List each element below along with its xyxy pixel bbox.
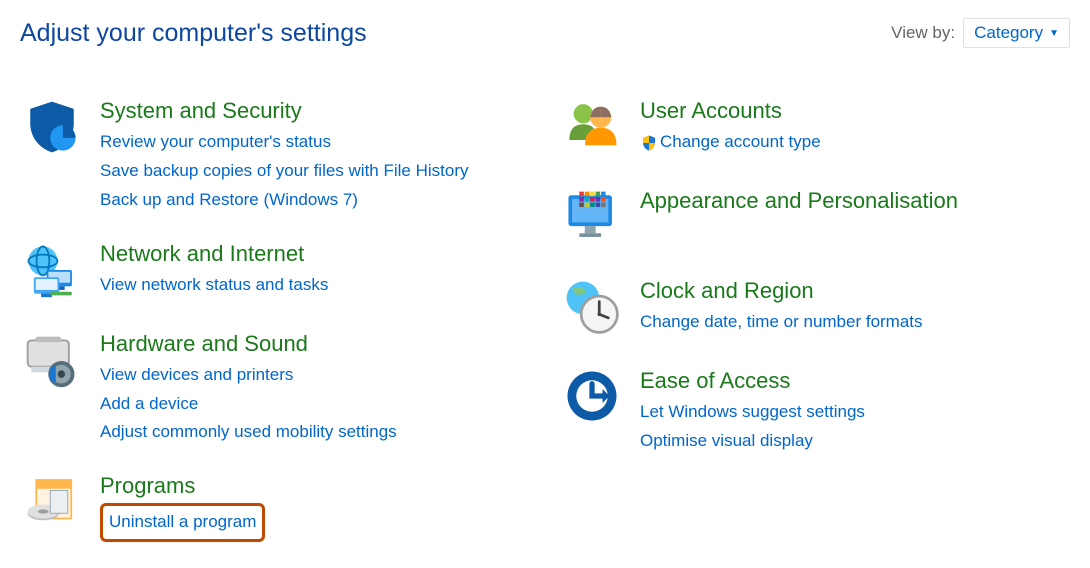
category-title-hardware-sound[interactable]: Hardware and Sound — [100, 331, 397, 357]
hardware-sound-icon[interactable] — [20, 331, 84, 395]
uac-shield-icon — [640, 134, 656, 150]
link-ease-of-access-0[interactable]: Let Windows suggest settings — [640, 398, 865, 427]
category-title-programs[interactable]: Programs — [100, 473, 265, 499]
category-title-network-internet[interactable]: Network and Internet — [100, 241, 328, 267]
link-system-security-2[interactable]: Back up and Restore (Windows 7) — [100, 186, 358, 215]
category-title-ease-of-access[interactable]: Ease of Access — [640, 368, 865, 394]
link-system-security-0[interactable]: Review your computer's status — [100, 128, 331, 157]
category-title-user-accounts[interactable]: User Accounts — [640, 98, 821, 124]
link-hardware-sound-0[interactable]: View devices and printers — [100, 361, 293, 390]
category-title-appearance[interactable]: Appearance and Personalisation — [640, 188, 958, 214]
appearance-icon[interactable] — [560, 188, 624, 252]
user-accounts-icon[interactable] — [560, 98, 624, 162]
category-hardware-sound: Hardware and Sound View devices and print… — [20, 331, 530, 448]
category-system-security: System and Security Review your computer'… — [20, 98, 530, 215]
link-hardware-sound-2[interactable]: Adjust commonly used mobility settings — [100, 418, 397, 447]
clock-region-icon[interactable] — [560, 278, 624, 342]
category-title-clock-region[interactable]: Clock and Region — [640, 278, 923, 304]
ease-of-access-icon[interactable] — [560, 368, 624, 432]
link-hardware-sound-1[interactable]: Add a device — [100, 390, 198, 419]
page-title: Adjust your computer's settings — [20, 19, 367, 48]
link-clock-region-0[interactable]: Change date, time or number formats — [640, 308, 923, 337]
category-ease-of-access: Ease of Access Let Windows suggest settin… — [560, 368, 1070, 456]
view-by-label: View by: — [891, 23, 955, 43]
category-programs: Programs Uninstall a program — [20, 473, 530, 542]
view-by-dropdown[interactable]: Category ▼ — [963, 18, 1070, 48]
chevron-down-icon: ▼ — [1049, 28, 1059, 39]
system-security-icon[interactable] — [20, 98, 84, 162]
network-internet-icon[interactable] — [20, 241, 84, 305]
link-user-accounts-0[interactable]: Change account type — [660, 128, 821, 157]
category-appearance: Appearance and Personalisation — [560, 188, 1070, 252]
category-user-accounts: User Accounts Change account type — [560, 98, 1070, 162]
category-clock-region: Clock and Region Change date, time or num… — [560, 278, 1070, 342]
link-programs-0[interactable]: Uninstall a program — [100, 503, 265, 542]
link-system-security-1[interactable]: Save backup copies of your files with Fi… — [100, 157, 469, 186]
link-ease-of-access-1[interactable]: Optimise visual display — [640, 427, 813, 456]
view-by-value: Category — [974, 23, 1043, 43]
category-title-system-security[interactable]: System and Security — [100, 98, 469, 124]
category-network-internet: Network and Internet View network status … — [20, 241, 530, 305]
link-network-internet-0[interactable]: View network status and tasks — [100, 271, 328, 300]
